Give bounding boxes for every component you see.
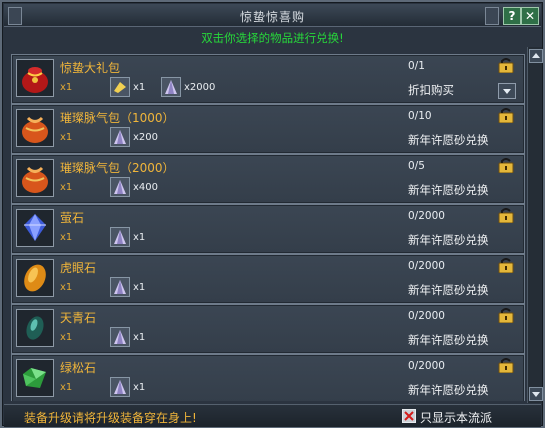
item-name: 天青石 (60, 311, 97, 325)
exchange-method: 折扣购买 (408, 83, 454, 97)
list-item[interactable]: 璀璨脉气包（1000） x1 x200 0/10 新年许愿砂兑换 (11, 104, 525, 154)
teal-gem-icon (26, 316, 44, 340)
vertical-scrollbar[interactable] (527, 47, 543, 403)
purchase-progress: 0/5 (408, 160, 425, 172)
lock-icon[interactable] (498, 208, 514, 224)
item-name: 绿松石 (60, 361, 97, 375)
list-item[interactable]: 虎眼石 x1 x1 0/2000 新年许愿砂兑换 (11, 254, 525, 304)
item-icon-frame (16, 359, 54, 397)
show-own-school-label: 只显示本流派 (420, 411, 493, 425)
purchase-progress: 0/2000 (408, 210, 445, 222)
cost-amount: x1 (133, 282, 146, 293)
cost-amount: x2000 (184, 82, 216, 93)
exchange-method: 新年许愿砂兑换 (408, 333, 489, 347)
cost-amount: x1 (133, 332, 146, 343)
red-gift-bag-icon (22, 67, 48, 93)
exchange-window: 惊蛰惊喜购 ? ✕ 双击你选择的物品进行兑换! 惊蛰大礼包 x1 x1 x200… (0, 0, 545, 428)
chevron-down-icon[interactable] (498, 83, 516, 99)
item-icon-frame (16, 309, 54, 347)
item-icon-frame (16, 109, 54, 147)
item-quantity: x1 (60, 182, 73, 193)
cost-amount: x1 (133, 232, 146, 243)
crystal-sand-icon (110, 327, 130, 347)
scroll-up-icon[interactable] (529, 49, 543, 63)
cost-amount: x1 (133, 382, 146, 393)
item-name: 惊蛰大礼包 (60, 61, 121, 75)
list-item[interactable]: 璀璨脉气包（2000） x1 x400 0/5 新年许愿砂兑换 (11, 154, 525, 204)
exchange-method: 新年许愿砂兑换 (408, 233, 489, 247)
gold-coin-icon (110, 77, 130, 97)
purchase-progress: 0/2000 (408, 310, 445, 322)
item-name: 虎眼石 (60, 261, 97, 275)
item-name: 璀璨脉气包（2000） (60, 161, 175, 175)
purchase-progress: 0/1 (408, 60, 425, 72)
show-own-school-checkbox[interactable] (402, 409, 416, 423)
item-quantity: x1 (60, 382, 73, 393)
item-list: 惊蛰大礼包 x1 x1 x2000 0/1 折扣购买 璀璨脉气包（1000） x… (11, 49, 531, 401)
crystal-sand-icon (110, 127, 130, 147)
cost-amount: x200 (133, 132, 159, 143)
orange-bag-icon (22, 166, 48, 193)
list-item[interactable]: 惊蛰大礼包 x1 x1 x2000 0/1 折扣购买 (11, 54, 525, 104)
help-button[interactable]: ? (503, 7, 521, 25)
exchange-method: 新年许愿砂兑换 (408, 383, 489, 397)
close-button[interactable]: ✕ (521, 7, 539, 25)
upgrade-tip: 装备升级请将升级装备穿在身上! (24, 411, 197, 425)
orange-bag-icon (22, 116, 48, 143)
cost-amount: x400 (133, 182, 159, 193)
item-quantity: x1 (60, 82, 73, 93)
title-bar: 惊蛰惊喜购 ? ✕ (4, 4, 541, 27)
item-icon-frame (16, 159, 54, 197)
purchase-progress: 0/2000 (408, 360, 445, 372)
item-icon-frame (16, 209, 54, 247)
cost-amount: x1 (133, 82, 146, 93)
lock-icon[interactable] (498, 158, 514, 174)
lock-icon[interactable] (498, 358, 514, 374)
list-item[interactable]: 绿松石 x1 x1 0/2000 新年许愿砂兑换 (11, 354, 525, 401)
item-icon-frame (16, 259, 54, 297)
footer-bar: 装备升级请将升级装备穿在身上! 只显示本流派 (4, 404, 541, 427)
crystal-sand-icon (161, 77, 181, 97)
item-quantity: x1 (60, 282, 73, 293)
list-item[interactable]: 萤石 x1 x1 0/2000 新年许愿砂兑换 (11, 204, 525, 254)
green-gem-icon (23, 368, 46, 388)
item-quantity: x1 (60, 132, 73, 143)
lock-icon[interactable] (498, 308, 514, 324)
crystal-sand-icon (110, 227, 130, 247)
item-quantity: x1 (60, 232, 73, 243)
lock-icon[interactable] (498, 108, 514, 124)
crystal-sand-icon (110, 277, 130, 297)
scroll-down-icon[interactable] (529, 387, 543, 401)
item-name: 萤石 (60, 211, 85, 225)
lock-icon[interactable] (498, 258, 514, 274)
item-quantity: x1 (60, 332, 73, 343)
exchange-method: 新年许愿砂兑换 (408, 183, 489, 197)
exchange-method: 新年许愿砂兑换 (408, 133, 489, 147)
window-title: 惊蛰惊喜购 (239, 10, 305, 24)
item-icon-frame (16, 59, 54, 97)
instruction-text: 双击你选择的物品进行兑换! (201, 31, 344, 45)
list-item[interactable]: 天青石 x1 x1 0/2000 新年许愿砂兑换 (11, 304, 525, 354)
purchase-progress: 0/10 (408, 110, 432, 122)
amber-gem-icon (24, 264, 46, 292)
blue-gem-icon (24, 214, 46, 241)
purchase-progress: 0/2000 (408, 260, 445, 272)
lock-icon[interactable] (498, 58, 514, 74)
title-ornament-right (485, 7, 499, 25)
crystal-sand-icon (110, 177, 130, 197)
crystal-sand-icon (110, 377, 130, 397)
exchange-method: 新年许愿砂兑换 (408, 283, 489, 297)
item-name: 璀璨脉气包（1000） (60, 111, 175, 125)
